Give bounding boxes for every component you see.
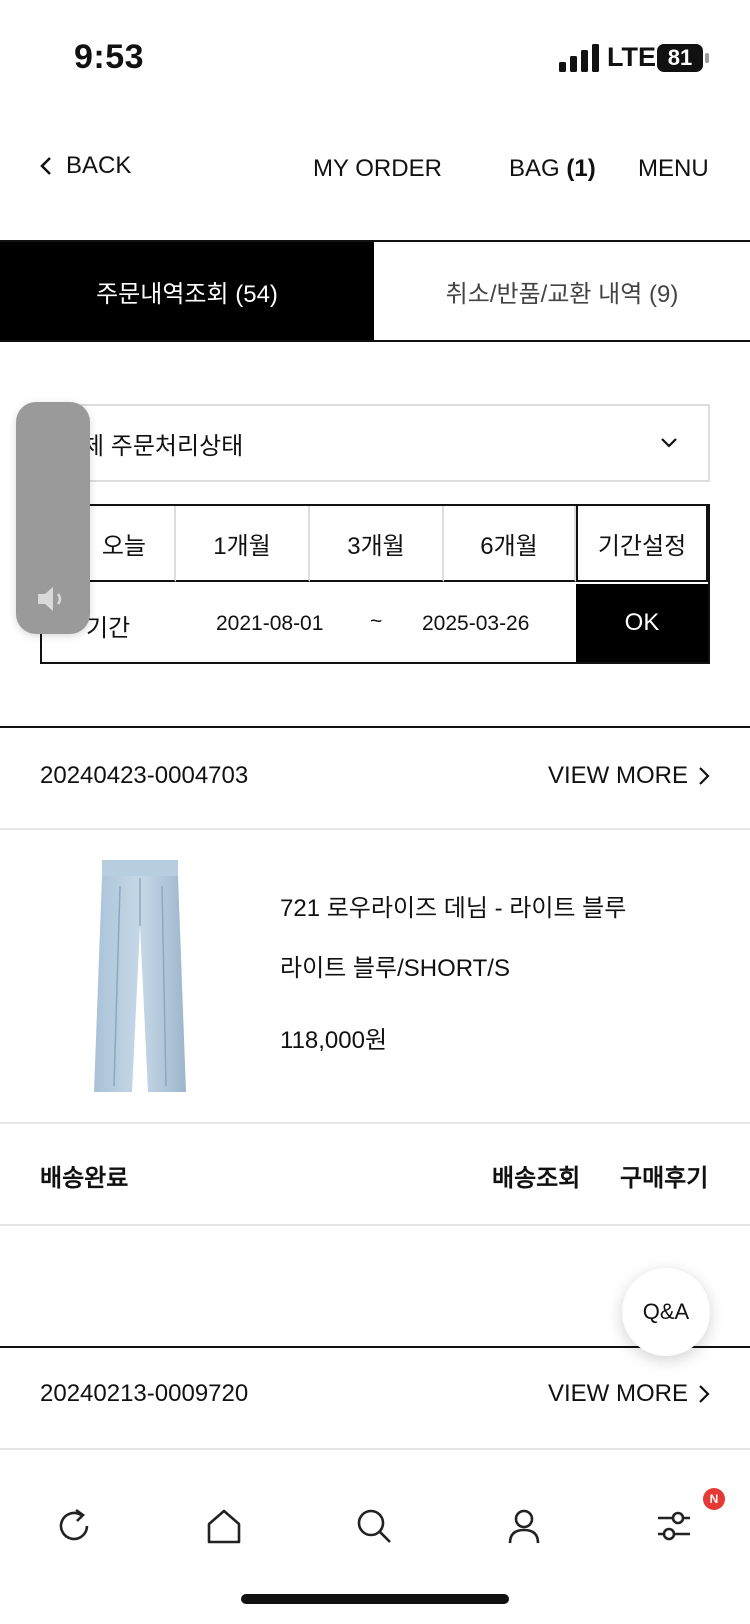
status-time: 9:53 — [74, 38, 145, 76]
order-tabs: 주문내역조회 (54) 취소/반품/교환 내역 (9) — [0, 240, 750, 342]
network-label: LTE — [607, 42, 656, 72]
range-label: 기간 — [86, 615, 131, 642]
bag-count: (1) — [566, 155, 596, 182]
product-price: 118,000원 — [280, 1027, 388, 1054]
product-image[interactable] — [80, 856, 200, 1096]
battery-level: 81 — [667, 45, 693, 70]
end-date-field[interactable]: 2025-03-26 — [422, 612, 529, 636]
divider — [0, 828, 750, 830]
bag-link[interactable]: BAG (1) — [509, 155, 596, 183]
chevron-right-icon — [699, 1385, 710, 1403]
period-custom-button[interactable]: 기간설정 — [576, 506, 708, 582]
order-status-select[interactable]: 체 주문처리상태 — [40, 404, 710, 482]
view-more-label: VIEW MORE — [547, 1380, 688, 1407]
signal-icon — [559, 44, 599, 72]
order-number: 20240213-0009720 — [40, 1380, 249, 1407]
tab-order-history[interactable]: 주문내역조회 (54) — [0, 242, 374, 340]
notification-badge: N — [703, 1488, 725, 1510]
track-shipment-button[interactable]: 배송조회 — [492, 1158, 580, 1193]
section-divider — [0, 726, 750, 728]
qa-button[interactable]: Q&A — [622, 1268, 710, 1356]
battery-icon: 81 — [657, 44, 709, 72]
chevron-left-icon — [40, 157, 51, 175]
period-1month-button[interactable]: 1개월 — [176, 506, 310, 582]
view-more-link[interactable]: VIEW MORE — [548, 1380, 710, 1408]
menu-link[interactable]: MENU — [638, 155, 709, 183]
home-icon[interactable] — [204, 1506, 244, 1546]
start-date-field[interactable]: 2021-08-01 — [216, 612, 323, 636]
chevron-right-icon — [699, 767, 710, 785]
period-6month-button[interactable]: 6개월 — [444, 506, 576, 582]
shipping-status: 배송완료 — [40, 1165, 129, 1192]
volume-hud — [16, 402, 90, 634]
view-more-link[interactable]: VIEW MORE — [548, 762, 710, 790]
search-icon[interactable] — [354, 1506, 394, 1546]
period-3month-button[interactable]: 3개월 — [310, 506, 444, 582]
back-button[interactable]: BACK — [38, 152, 131, 180]
order-status-value: 체 주문처리상태 — [82, 432, 244, 460]
tab-cancel-return-exchange[interactable]: 취소/반품/교환 내역 (9) — [374, 242, 750, 340]
write-review-button[interactable]: 구매후기 — [620, 1158, 708, 1193]
chevron-down-icon — [661, 438, 677, 448]
divider — [0, 1122, 750, 1124]
bag-label: BAG — [509, 155, 567, 182]
home-indicator[interactable] — [241, 1594, 509, 1604]
back-label: BACK — [66, 152, 132, 179]
period-ok-button[interactable]: OK — [576, 584, 708, 662]
speaker-icon — [38, 587, 62, 611]
view-more-label: VIEW MORE — [547, 762, 688, 789]
date-separator: ~ — [370, 610, 383, 633]
divider — [0, 1224, 750, 1226]
product-name[interactable]: 721 로우라이즈 데님 - 라이트 블루 — [280, 888, 626, 923]
order-number: 20240423-0004703 — [40, 762, 249, 789]
refresh-icon[interactable] — [54, 1506, 94, 1546]
period-filter: 오늘 1개월 3개월 6개월 기간설정 기간 2021-08-01 ~ 2025… — [40, 504, 710, 664]
user-icon[interactable] — [504, 1506, 544, 1546]
product-option: 라이트 블루/SHORT/S — [280, 955, 510, 982]
my-order-link[interactable]: MY ORDER — [313, 155, 442, 183]
filter-icon[interactable] — [654, 1506, 694, 1546]
